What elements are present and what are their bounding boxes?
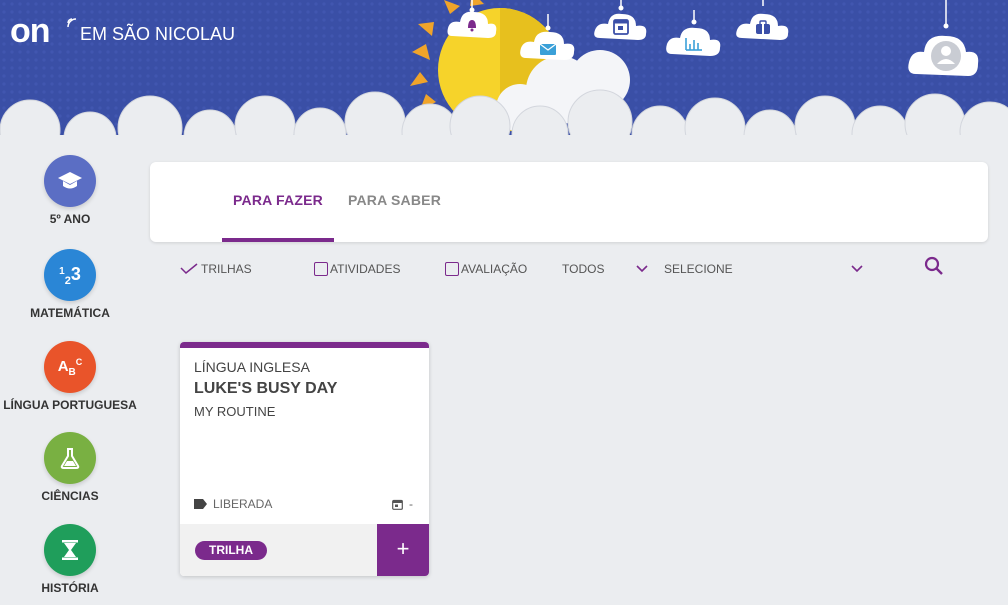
calendar-button[interactable] xyxy=(592,0,650,44)
abc-icon: ABC xyxy=(44,341,96,393)
sidebar-item-5-ano[interactable]: 5º ANO xyxy=(0,155,140,226)
card-accent-bar xyxy=(180,342,429,348)
user-avatar-icon xyxy=(931,41,961,71)
hourglass-icon xyxy=(44,524,96,576)
dropdown-selecione[interactable]: SELECIONE xyxy=(664,260,863,278)
card-title: LUKE'S BUSY DAY xyxy=(194,380,338,397)
add-button[interactable]: + xyxy=(377,524,429,576)
filter-atividades[interactable]: ATIVIDADES xyxy=(314,260,400,278)
tabs-bar: PARA FAZER PARA SABER xyxy=(150,162,988,242)
activity-card[interactable]: LÍNGUA INGLESA LUKE'S BUSY DAY MY ROUTIN… xyxy=(180,342,429,576)
reports-button[interactable] xyxy=(664,10,724,60)
filter-avaliacao[interactable]: AVALIAÇÃO xyxy=(445,260,527,278)
trilha-badge: TRILHA xyxy=(195,541,267,560)
search-button[interactable] xyxy=(924,256,944,279)
notifications-button[interactable] xyxy=(444,0,500,42)
mail-icon xyxy=(539,43,557,55)
card-subject: LÍNGUA INGLESA xyxy=(194,359,310,375)
sidebar-item-historia[interactable]: HISTÓRIA xyxy=(0,524,140,595)
tab-para-saber[interactable]: PARA SABER xyxy=(348,162,441,242)
search-icon xyxy=(924,256,944,279)
app-logo[interactable]: on xyxy=(10,14,77,48)
check-icon xyxy=(180,263,198,275)
materials-button[interactable] xyxy=(734,0,792,44)
school-name: EM SÃO NICOLAU xyxy=(80,24,236,44)
card-date: - xyxy=(392,497,413,511)
logo-signal-icon xyxy=(66,8,78,42)
filter-trilhas[interactable]: TRILHAS xyxy=(180,260,252,278)
header-banner: on EM SÃO NICOLAU xyxy=(0,0,1008,150)
sidebar-item-matematica[interactable]: 123 MATEMÁTICA xyxy=(0,249,140,320)
card-status: LIBERADA xyxy=(194,497,272,511)
calendar-icon xyxy=(392,499,403,510)
123-icon: 123 xyxy=(44,249,96,301)
chevron-down-icon xyxy=(636,265,649,273)
user-menu-button[interactable] xyxy=(906,0,982,85)
messages-button[interactable] xyxy=(518,14,578,64)
card-footer: TRILHA + xyxy=(180,524,429,576)
tag-icon xyxy=(194,499,207,509)
graduation-cap-icon xyxy=(44,155,96,207)
flask-icon xyxy=(44,432,96,484)
tab-para-fazer[interactable]: PARA FAZER xyxy=(222,162,334,242)
sidebar-item-ciencias[interactable]: CIÊNCIAS xyxy=(0,432,140,503)
sidebar-item-lingua-portuguesa[interactable]: ABC LÍNGUA PORTUGUESA xyxy=(0,341,140,412)
checkbox-atividades[interactable] xyxy=(314,262,328,276)
dropdown-todos[interactable]: TODOS xyxy=(562,260,649,278)
chevron-down-icon xyxy=(851,265,863,273)
card-subtitle: MY ROUTINE xyxy=(194,404,276,419)
checkbox-avaliacao[interactable] xyxy=(445,262,459,276)
